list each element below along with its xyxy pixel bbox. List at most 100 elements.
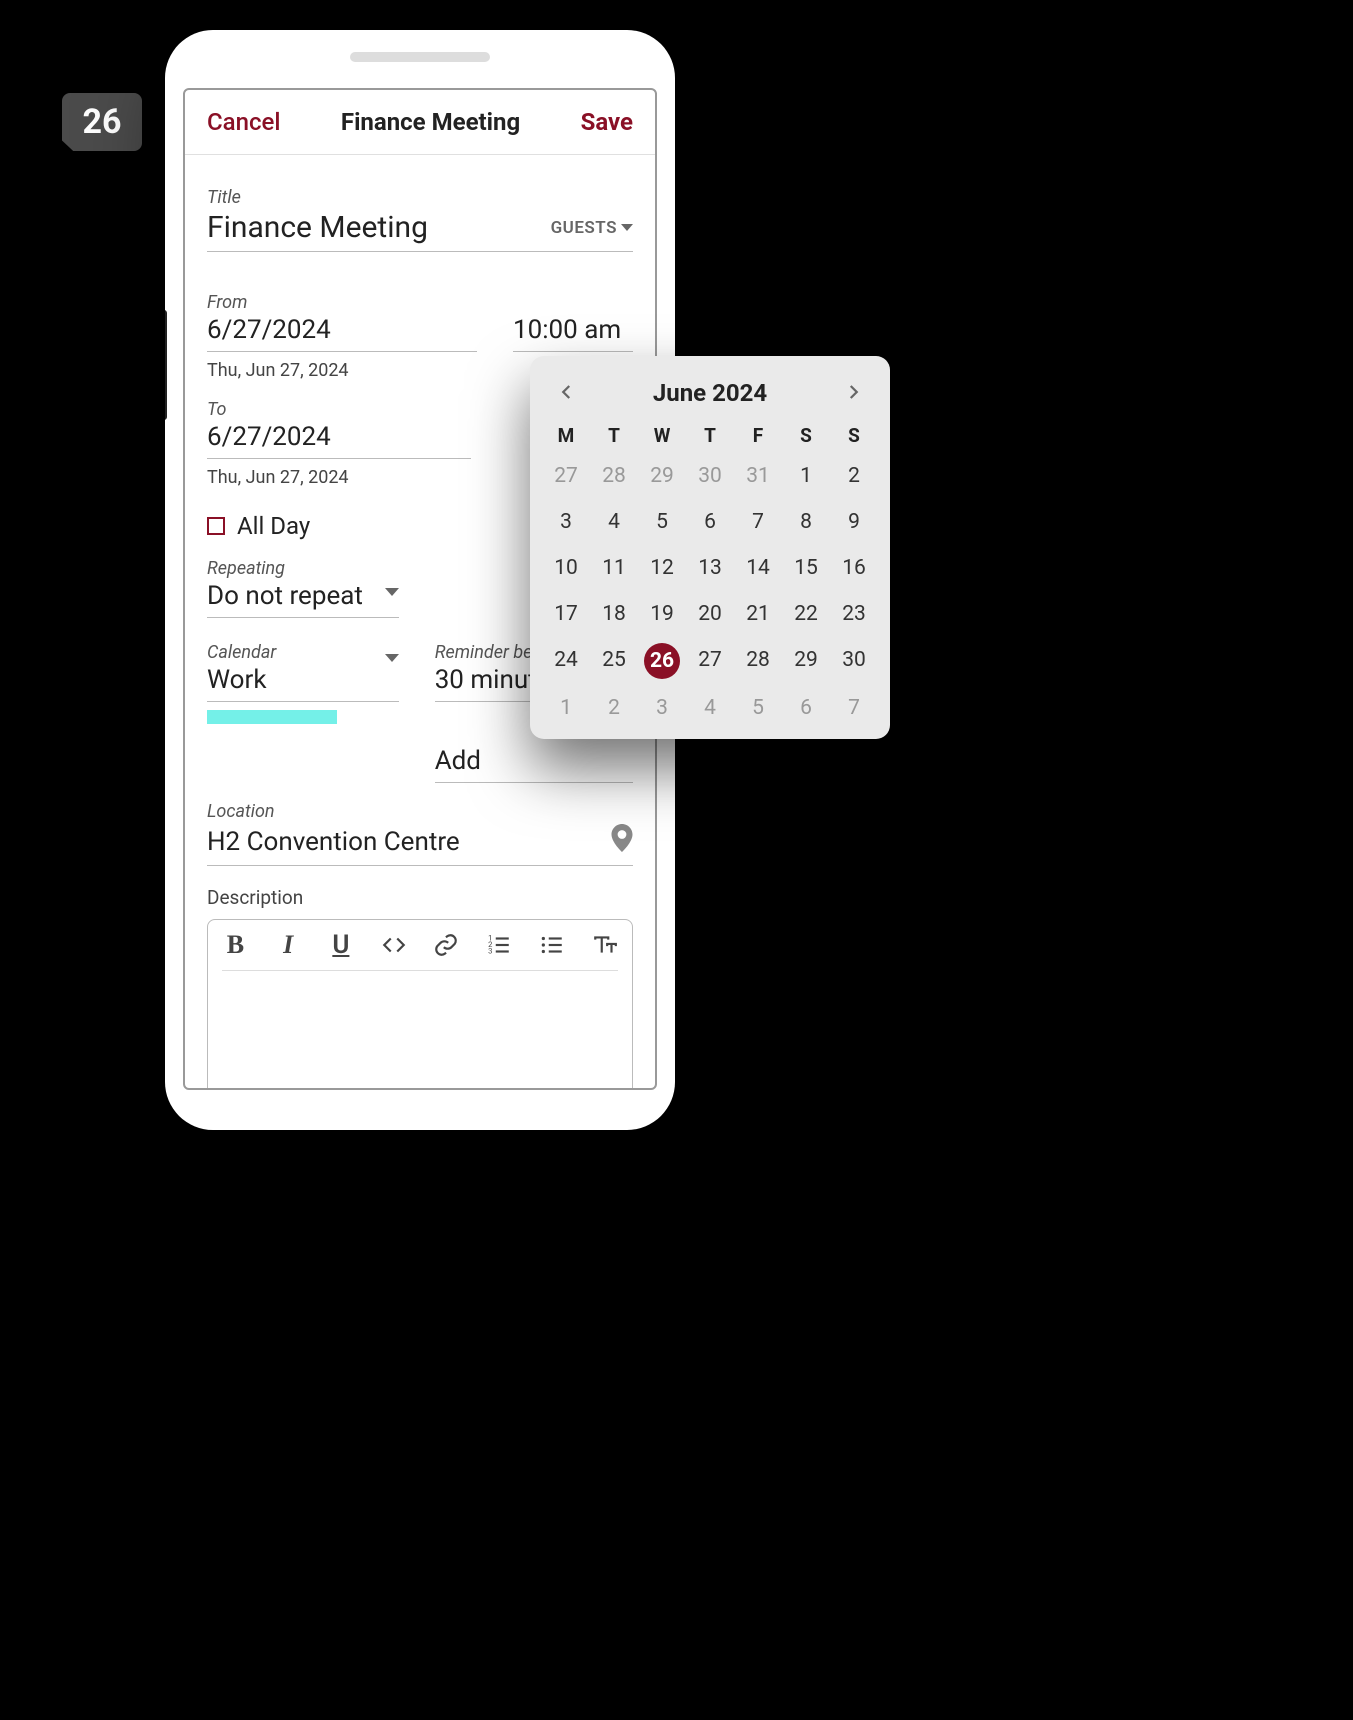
repeating-value: Do not repeat [207, 581, 363, 611]
calendar-day[interactable]: 30 [686, 459, 734, 493]
calendar-day[interactable]: 22 [782, 597, 830, 631]
repeating-select[interactable]: Do not repeat [207, 581, 399, 618]
description-editor[interactable]: B I U 123 [207, 919, 633, 1090]
italic-icon[interactable]: I [275, 930, 302, 960]
prev-month-button[interactable] [550, 374, 584, 412]
editor-toolbar: B I U 123 [222, 930, 618, 971]
to-date-input[interactable]: 6/27/2024 [207, 422, 471, 459]
calendar-day[interactable]: 18 [590, 597, 638, 631]
calendar-day[interactable]: 23 [830, 597, 878, 631]
calendar-day[interactable]: 27 [686, 643, 734, 677]
from-weekday: Thu, Jun 27, 2024 [207, 360, 477, 381]
from-time-label [513, 292, 633, 313]
title-row: Finance Meeting GUESTS [207, 210, 633, 252]
cancel-button[interactable]: Cancel [207, 108, 280, 136]
calendar-day[interactable]: 1 [782, 459, 830, 493]
code-icon[interactable] [380, 932, 407, 958]
calendar-day[interactable]: 21 [734, 597, 782, 631]
calendar-day[interactable]: 7 [830, 691, 878, 725]
calendar-weekday: M [542, 424, 590, 447]
chevron-down-icon [621, 224, 633, 231]
from-time-input[interactable]: 10:00 am [513, 315, 633, 352]
calendar-day[interactable]: 28 [734, 643, 782, 677]
calendar-day[interactable]: 14 [734, 551, 782, 585]
reminder-add-button[interactable]: Add [435, 746, 633, 783]
text-size-icon[interactable] [591, 932, 618, 958]
from-date-value: 6/27/2024 [207, 315, 331, 345]
bullet-list-icon[interactable] [539, 932, 566, 958]
description-label: Description [207, 886, 633, 909]
from-label: From [207, 292, 477, 313]
map-pin-icon[interactable] [611, 824, 633, 859]
navbar: Cancel Finance Meeting Save [185, 90, 655, 155]
calendar-weekday: S [782, 424, 830, 447]
calendar-day[interactable]: 26 [644, 643, 680, 679]
calendar-day[interactable]: 24 [542, 643, 590, 677]
calendar-day[interactable]: 29 [782, 643, 830, 677]
calendar-day[interactable]: 29 [638, 459, 686, 493]
calendar-value: Work [207, 665, 267, 695]
calendar-day[interactable]: 3 [542, 505, 590, 539]
calendar-day[interactable]: 2 [830, 459, 878, 493]
to-date-value: 6/27/2024 [207, 422, 331, 452]
calendar-day[interactable]: 16 [830, 551, 878, 585]
calendar-day[interactable]: 2 [590, 691, 638, 725]
calendar-day[interactable]: 6 [686, 505, 734, 539]
all-day-label: All Day [237, 512, 310, 540]
calendar-day[interactable]: 12 [638, 551, 686, 585]
title-label: Title [207, 187, 633, 208]
link-icon[interactable] [433, 932, 460, 958]
calendar-day[interactable]: 3 [638, 691, 686, 725]
calendar-day[interactable]: 5 [734, 691, 782, 725]
location-input[interactable]: H2 Convention Centre [207, 827, 460, 857]
calendar-label: Calendar [207, 642, 399, 663]
next-month-button[interactable] [836, 374, 870, 412]
calendar-day[interactable]: 30 [830, 643, 878, 677]
from-date-input[interactable]: 6/27/2024 [207, 315, 477, 352]
calendar-day[interactable]: 5 [638, 505, 686, 539]
calendar-day[interactable]: 9 [830, 505, 878, 539]
ordered-list-icon[interactable]: 123 [486, 932, 513, 958]
underline-icon[interactable]: U [328, 930, 355, 960]
chevron-down-icon [385, 654, 399, 662]
calendar-day[interactable]: 19 [638, 597, 686, 631]
calendar-day[interactable]: 4 [590, 505, 638, 539]
calendar-day[interactable]: 20 [686, 597, 734, 631]
location-label: Location [207, 801, 633, 822]
calendar-day[interactable]: 4 [686, 691, 734, 725]
repeating-label: Repeating [207, 558, 399, 579]
calendar-day[interactable]: 15 [782, 551, 830, 585]
calendar-day[interactable]: 11 [590, 551, 638, 585]
calendar-day[interactable]: 17 [542, 597, 590, 631]
calendar-weekday: T [686, 424, 734, 447]
calendar-day[interactable]: 13 [686, 551, 734, 585]
calendar-day[interactable]: 10 [542, 551, 590, 585]
calendar-day[interactable]: 25 [590, 643, 638, 677]
svg-text:3: 3 [488, 947, 492, 956]
date-picker-popup: June 2024 MTWTFSS27282930311234567891011… [530, 356, 890, 739]
calendar-day[interactable]: 28 [590, 459, 638, 493]
guests-button[interactable]: GUESTS [551, 218, 633, 238]
guests-label: GUESTS [551, 218, 617, 238]
calendar-day[interactable]: 7 [734, 505, 782, 539]
calendar-grid: MTWTFSS272829303112345678910111213141516… [542, 424, 878, 725]
calendar-day[interactable]: 27 [542, 459, 590, 493]
calendar-weekday: F [734, 424, 782, 447]
badge-day: 26 [82, 102, 121, 142]
save-button[interactable]: Save [581, 108, 633, 136]
calendar-month-label: June 2024 [653, 379, 767, 407]
chevron-down-icon [385, 588, 399, 596]
bold-icon[interactable]: B [222, 930, 249, 960]
calendar-day[interactable]: 6 [782, 691, 830, 725]
calendar-day[interactable]: 1 [542, 691, 590, 725]
calendar-day[interactable]: 31 [734, 459, 782, 493]
calendar-select[interactable]: Work [207, 665, 399, 702]
screen-title: Finance Meeting [341, 108, 520, 136]
calendar-day[interactable]: 8 [782, 505, 830, 539]
calendar-color-chip [207, 710, 337, 724]
from-time-value: 10:00 am [513, 315, 621, 345]
app-date-badge: 26 [62, 93, 142, 151]
location-row: H2 Convention Centre [207, 824, 633, 866]
calendar-weekday: W [638, 424, 686, 447]
title-input[interactable]: Finance Meeting [207, 210, 428, 245]
